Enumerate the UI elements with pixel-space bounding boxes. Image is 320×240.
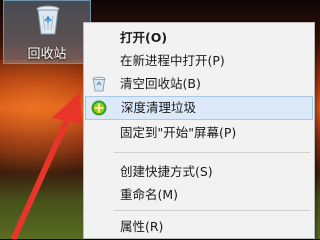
recycle-bin-label: 回收站 — [27, 47, 67, 62]
context-menu: 打开(O) 在新进程中打开(P) 清空回收站(B) 深度清理垃圾 固定到"开始"… — [83, 22, 315, 239]
menu-item-label: 属性(R) — [120, 219, 164, 234]
menu-item-label: 打开(O) — [120, 30, 168, 45]
menu-item-properties[interactable]: 属性(R) — [85, 216, 313, 238]
menu-item-label: 创建快捷方式(S) — [120, 164, 213, 179]
menu-item-label: 深度清理垃圾 — [121, 100, 197, 115]
menu-item-label: 清空回收站(B) — [120, 76, 201, 91]
recycle-bin-icon — [92, 76, 106, 92]
menu-item-rename[interactable]: 重命名(M) — [85, 184, 313, 206]
menu-item-label: 固定到"开始"屏幕(P) — [120, 125, 237, 140]
menu-item-label: 重命名(M) — [120, 187, 179, 202]
menu-separator — [114, 152, 310, 153]
menu-item-label: 在新进程中打开(P) — [120, 53, 225, 68]
menu-item-create-shortcut[interactable]: 创建快捷方式(S) — [85, 161, 313, 183]
recycle-bin-desktop-icon[interactable]: 回收站 — [3, 0, 91, 64]
menu-item-pin-to-start[interactable]: 固定到"开始"屏幕(P) — [85, 122, 313, 144]
menu-item-empty-recycle-bin[interactable]: 清空回收站(B) — [85, 73, 313, 95]
menu-separator — [114, 210, 310, 211]
cleaner-icon — [91, 100, 107, 116]
menu-item-open[interactable]: 打开(O) — [85, 27, 313, 49]
recycle-bin-icon — [36, 5, 60, 35]
menu-item-open-new-process[interactable]: 在新进程中打开(P) — [85, 50, 313, 72]
menu-item-deep-clean[interactable]: 深度清理垃圾 — [85, 96, 313, 120]
